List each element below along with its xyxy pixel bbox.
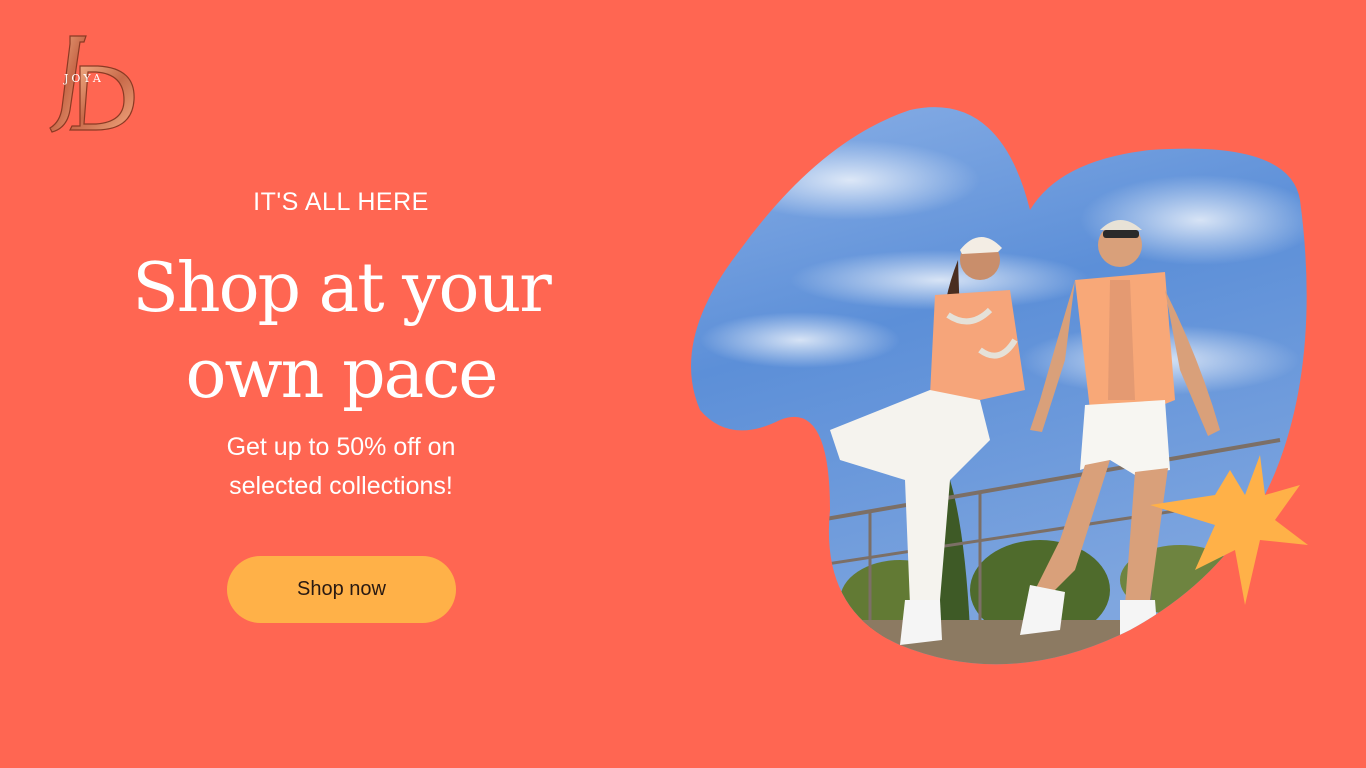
shop-now-button[interactable]: Shop now (227, 556, 456, 623)
subtext-line-1: Get up to 50% off on (226, 433, 456, 461)
hero-section: IT'S ALL HERE Shop at your own pace Get … (100, 184, 582, 506)
logo-wordmark: JOYA (63, 72, 104, 85)
jd-logo[interactable]: JOYA (40, 30, 140, 138)
hero-eyebrow: IT'S ALL HERE (253, 188, 429, 216)
headline-line-1: Shop at your (132, 249, 552, 328)
hero-photo (691, 107, 1308, 665)
subtext-line-2: selected collections! (229, 472, 453, 500)
headline-line-2: own pace (185, 335, 499, 414)
hero-headline: Shop at your own pace (100, 246, 582, 418)
hero-subtext: Get up to 50% off on selected collection… (171, 428, 511, 506)
